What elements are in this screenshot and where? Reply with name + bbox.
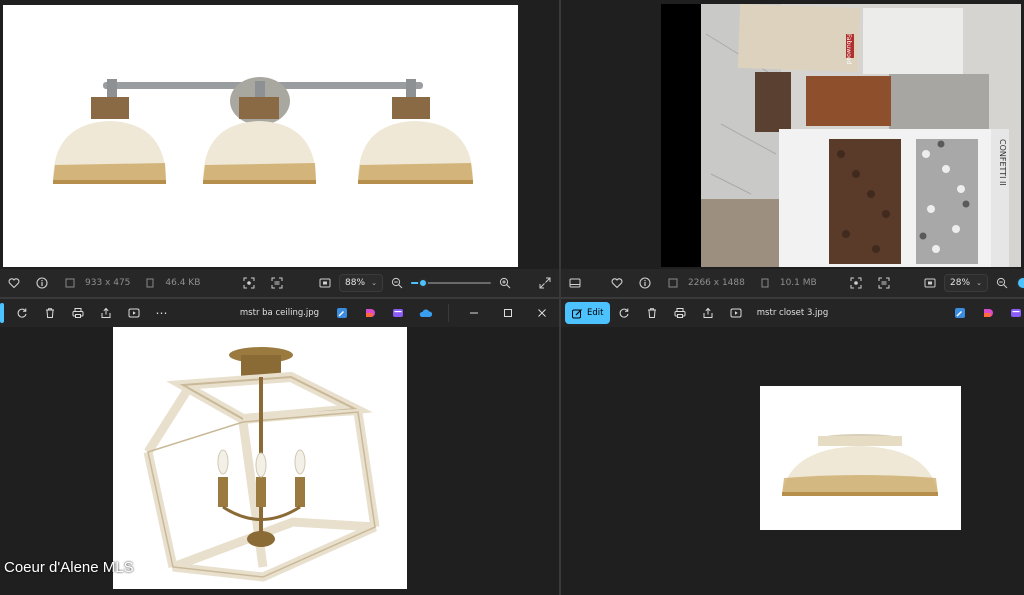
- zoom-out-icon[interactable]: [390, 276, 404, 290]
- zoom-level-dropdown[interactable]: 28% ⌄: [944, 274, 988, 292]
- active-indicator: [0, 303, 4, 323]
- viewer-pane-top-right: CONFETTI II Fabuwood 2266 x 1488 10.1 MB: [561, 0, 1024, 297]
- zoom-in-icon[interactable]: [498, 276, 512, 290]
- viewer-pane-bottom-right: Edit mstr closet 3.jpg: [561, 299, 1024, 595]
- visual-search-icon[interactable]: [242, 276, 256, 290]
- close-icon[interactable]: [534, 305, 550, 321]
- image-canvas: [561, 327, 1024, 595]
- edit-label: Edit: [587, 308, 604, 318]
- maximize-icon[interactable]: [500, 305, 516, 321]
- brand-label: Fabuwood: [845, 34, 852, 64]
- visual-search-icon[interactable]: [849, 276, 863, 290]
- print-icon[interactable]: [672, 305, 688, 321]
- image-canvas: [0, 327, 559, 595]
- onedrive-icon[interactable]: [418, 305, 434, 321]
- watermark: Coeur d'Alene MLS: [4, 559, 134, 576]
- file-size: 10.1 MB: [779, 278, 817, 288]
- edit-image-icon[interactable]: [952, 305, 968, 321]
- edit-image-icon[interactable]: [334, 305, 350, 321]
- actual-size-icon[interactable]: [923, 276, 937, 290]
- info-icon[interactable]: [638, 276, 652, 290]
- clipchamp-icon[interactable]: [1008, 305, 1024, 321]
- chevron-down-icon: ⌄: [976, 279, 982, 287]
- ceiling-light-image: [113, 327, 407, 589]
- actual-size-icon[interactable]: [318, 276, 332, 290]
- rotate-icon[interactable]: [14, 305, 30, 321]
- mosaic-label: CONFETTI II: [998, 139, 1007, 186]
- print-icon[interactable]: [70, 305, 86, 321]
- slideshow-icon[interactable]: [126, 305, 142, 321]
- viewer-pane-bottom-left: ⋯ mstr ba ceiling.jpg Coeur d'Alene MLS: [0, 299, 559, 595]
- zoom-out-icon[interactable]: [995, 276, 1009, 290]
- scan-text-icon[interactable]: [270, 276, 284, 290]
- more-icon[interactable]: ⋯: [154, 305, 170, 321]
- zoom-level: 88%: [345, 278, 366, 288]
- status-bar: 933 x 475 46.4 KB 88% ⌄: [0, 269, 559, 297]
- heart-icon[interactable]: [7, 276, 21, 290]
- flush-mount-light-image: [760, 386, 961, 530]
- trash-icon[interactable]: [42, 305, 58, 321]
- minimize-icon[interactable]: [466, 305, 482, 321]
- sample-board-image: CONFETTI II Fabuwood: [661, 4, 1021, 267]
- designer-icon[interactable]: [980, 305, 996, 321]
- image-canvas: [0, 0, 559, 269]
- designer-icon[interactable]: [362, 305, 378, 321]
- heart-icon[interactable]: [610, 276, 624, 290]
- image-canvas: CONFETTI II Fabuwood: [561, 0, 1024, 269]
- toolbar: Edit mstr closet 3.jpg: [561, 299, 1024, 327]
- file-icon: [758, 276, 772, 290]
- trash-icon[interactable]: [644, 305, 660, 321]
- share-icon[interactable]: [700, 305, 716, 321]
- file-icon: [143, 276, 157, 290]
- share-icon[interactable]: [98, 305, 114, 321]
- dimensions-icon: [666, 276, 680, 290]
- pane-divider-horizontal: [0, 297, 1024, 299]
- slideshow-icon[interactable]: [728, 305, 744, 321]
- clipchamp-icon[interactable]: [390, 305, 406, 321]
- toolbar: ⋯ mstr ba ceiling.jpg: [0, 299, 559, 327]
- dimensions-icon: [63, 276, 77, 290]
- image-dimensions: 933 x 475: [85, 278, 131, 288]
- viewer-pane-top-left: 933 x 475 46.4 KB 88% ⌄: [0, 0, 559, 297]
- vanity-light-image: [3, 5, 518, 267]
- rotate-icon[interactable]: [616, 305, 632, 321]
- status-bar: 2266 x 1488 10.1 MB 28% ⌄: [561, 269, 1024, 297]
- edit-icon: [572, 308, 582, 318]
- zoom-slider[interactable]: [411, 276, 491, 290]
- zoom-level-dropdown[interactable]: 88% ⌄: [339, 274, 383, 292]
- image-dimensions: 2266 x 1488: [688, 278, 745, 288]
- chevron-down-icon: ⌄: [371, 279, 377, 287]
- scan-text-icon[interactable]: [877, 276, 891, 290]
- info-icon[interactable]: [35, 276, 49, 290]
- edit-button[interactable]: Edit: [565, 302, 611, 324]
- zoom-level: 28%: [950, 278, 971, 288]
- expand-icon[interactable]: [538, 276, 552, 290]
- zoom-slider-thumb[interactable]: [1016, 276, 1024, 290]
- file-size: 46.4 KB: [165, 278, 201, 288]
- zoom-slider-thumb[interactable]: [418, 278, 428, 288]
- filmstrip-icon[interactable]: [568, 276, 582, 290]
